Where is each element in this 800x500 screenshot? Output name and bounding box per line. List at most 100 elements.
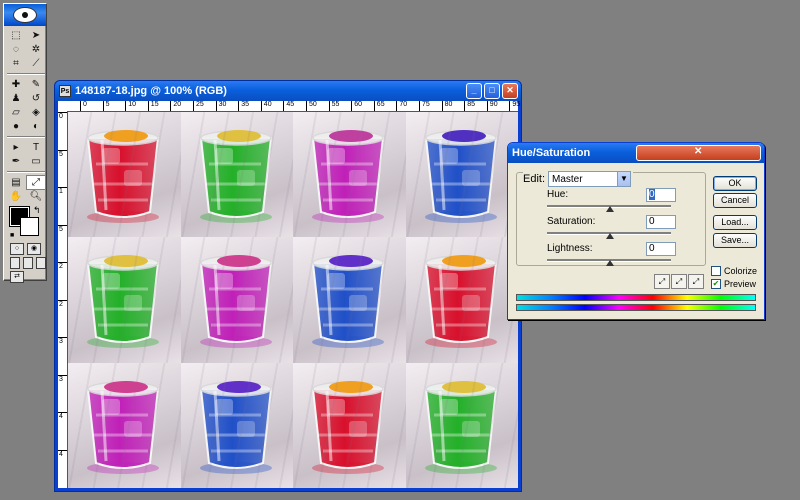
cancel-button[interactable]: Cancel — [713, 193, 757, 208]
toolbox-divider — [7, 136, 45, 138]
preview-label: Preview — [724, 279, 757, 289]
eyedropper-tool-icon[interactable]: ⤢ — [26, 175, 46, 190]
edit-channel-select[interactable]: Master ▼ — [548, 171, 632, 187]
ok-button[interactable]: OK — [713, 176, 757, 191]
move-tool-icon[interactable]: ➤ — [27, 29, 45, 42]
full-screen-mode-icon[interactable] — [36, 257, 46, 269]
ruler-tick-label: 70 — [396, 101, 408, 111]
toolbox-header[interactable] — [4, 4, 46, 26]
ruler-tick-label: 75 — [419, 101, 430, 111]
chevron-down-icon[interactable]: ▼ — [617, 172, 631, 186]
eraser-tool-icon[interactable]: ▱ — [7, 106, 25, 119]
lasso-tool-icon[interactable]: ◌ — [7, 43, 25, 56]
image-tile — [68, 112, 181, 238]
colorize-checkbox[interactable]: Colorize — [711, 266, 757, 276]
standard-screen-mode-icon[interactable] — [10, 257, 20, 269]
shape-tool-icon[interactable]: ▭ — [27, 155, 45, 168]
eyedropper-icon[interactable]: ⤢ — [654, 274, 670, 289]
image-tile — [68, 237, 181, 363]
lightness-input[interactable]: 0 — [646, 242, 676, 256]
edit-label: Edit: — [523, 173, 546, 185]
saturation-slider-handle[interactable] — [606, 233, 614, 239]
ruler-tick-label: 45 — [283, 101, 295, 111]
image-tile — [180, 112, 293, 238]
ruler-tick-label: 15 — [147, 101, 159, 111]
saturation-slider[interactable] — [547, 232, 671, 239]
default-colors-icon[interactable]: ■ — [10, 232, 14, 239]
ruler-tick-label: 20 — [170, 101, 182, 111]
crop-tool-icon[interactable]: ⌗ — [7, 57, 25, 70]
magic-wand-tool-icon[interactable]: ✲ — [27, 43, 45, 56]
horizontal-ruler[interactable]: 0 5 10 15 20 25 30 35 40 45 50 55 60 65 70 75 80 85 90 95 — [67, 101, 520, 112]
ruler-tick-label: 3 — [58, 374, 67, 383]
image-canvas[interactable] — [68, 112, 518, 488]
image-tile — [293, 362, 406, 488]
brush-tool-icon[interactable]: ✎ — [27, 78, 45, 91]
marquee-tool-icon[interactable]: ⬚ — [7, 29, 25, 42]
check-icon[interactable]: ✔ — [711, 279, 721, 289]
hand-tool-icon[interactable]: ✋ — [7, 190, 25, 203]
notes-tool-icon[interactable]: ▤ — [7, 176, 25, 189]
toolbox-divider — [7, 171, 45, 173]
slice-tool-icon[interactable]: ⟋ — [27, 57, 45, 70]
save-button[interactable]: Save... — [713, 233, 757, 248]
toolbox-palette: ⬚ ➤ ◌ ✲ ⌗ ⟋ ✚ ✎ ♟ ↺ ▱ ◈ ● ◐ ▸ T ✒ ▭ ▤ ⤢ … — [3, 3, 47, 283]
maximize-button[interactable]: □ — [484, 83, 500, 99]
image-tile — [180, 362, 293, 488]
document-titlebar[interactable]: Ps 148187-18.jpg @ 100% (RGB) _ □ ✕ — [55, 81, 521, 101]
dialog-close-button[interactable]: ✕ — [635, 145, 761, 161]
eyedropper-plus-icon[interactable]: ⤢ — [671, 274, 687, 289]
path-selection-tool-icon[interactable]: ▸ — [7, 141, 25, 154]
ruler-tick-label: 25 — [193, 101, 204, 111]
dodge-tool-icon[interactable]: ◐ — [27, 120, 45, 133]
glass-image — [199, 255, 272, 349]
ruler-tick-label: 5 — [58, 224, 67, 233]
ruler-tick-label: 5 — [102, 101, 110, 111]
colorize-label: Colorize — [724, 266, 758, 276]
lightness-slider-handle[interactable] — [606, 260, 614, 266]
lightness-slider[interactable] — [547, 259, 671, 266]
glass-image — [199, 130, 272, 223]
hue-input[interactable]: 0 — [646, 188, 676, 202]
ruler-tick-label: 40 — [260, 101, 272, 111]
hue-slider-handle[interactable] — [606, 206, 614, 212]
saturation-label: Saturation: — [547, 216, 596, 227]
lightness-value: 0 — [649, 243, 655, 254]
colorize-checkbox-box[interactable] — [711, 266, 721, 276]
quick-mask-mode-icon[interactable]: ◉ — [27, 243, 41, 255]
full-screen-menu-mode-icon[interactable] — [23, 257, 33, 269]
glass-image — [424, 130, 497, 223]
background-color-swatch[interactable] — [20, 217, 39, 236]
eyedropper-minus-icon[interactable]: ⤢ — [688, 274, 704, 289]
zoom-tool-icon[interactable]: 🔍︎ — [27, 190, 45, 203]
document-icon[interactable]: Ps — [59, 85, 71, 97]
saturation-value: 0 — [649, 216, 655, 227]
jump-to-imageready-icon[interactable]: ⇄ — [10, 271, 24, 283]
hue-slider[interactable] — [547, 205, 671, 212]
paint-bucket-tool-icon[interactable]: ◈ — [27, 106, 45, 119]
blur-tool-icon[interactable]: ● — [7, 120, 25, 133]
eye-icon[interactable] — [13, 7, 37, 23]
document-title: 148187-18.jpg @ 100% (RGB) — [75, 85, 227, 97]
ruler-tick-label: 1 — [58, 187, 67, 195]
vertical-ruler[interactable]: 0 5 1 5 2 2 3 3 4 4 — [58, 111, 68, 488]
healing-brush-tool-icon[interactable]: ✚ — [7, 78, 25, 91]
type-tool-icon[interactable]: T — [27, 141, 45, 154]
preview-checkbox[interactable]: ✔ Preview — [711, 279, 756, 289]
close-button[interactable]: ✕ — [502, 83, 518, 99]
swap-colors-icon[interactable]: ↰ — [33, 205, 41, 216]
minimize-button[interactable]: _ — [466, 83, 482, 99]
clone-stamp-tool-icon[interactable]: ♟ — [7, 92, 25, 105]
history-brush-tool-icon[interactable]: ↺ — [27, 92, 45, 105]
ruler-tick-label: 85 — [464, 101, 475, 111]
standard-mode-icon[interactable]: ○ — [10, 243, 24, 255]
adjustment-group: Edit: Master ▼ Hue: 0 Saturation: 0 Ligh… — [516, 171, 706, 266]
saturation-input[interactable]: 0 — [646, 215, 676, 229]
output-spectrum-bar — [516, 304, 756, 311]
dialog-title: Hue/Saturation — [512, 147, 591, 159]
dialog-titlebar[interactable]: Hue/Saturation ✕ — [508, 143, 764, 163]
ruler-tick-label: 3 — [58, 337, 67, 345]
ruler-tick-label: 10 — [125, 101, 136, 111]
pen-tool-icon[interactable]: ✒ — [7, 155, 25, 168]
load-button[interactable]: Load... — [713, 215, 757, 230]
